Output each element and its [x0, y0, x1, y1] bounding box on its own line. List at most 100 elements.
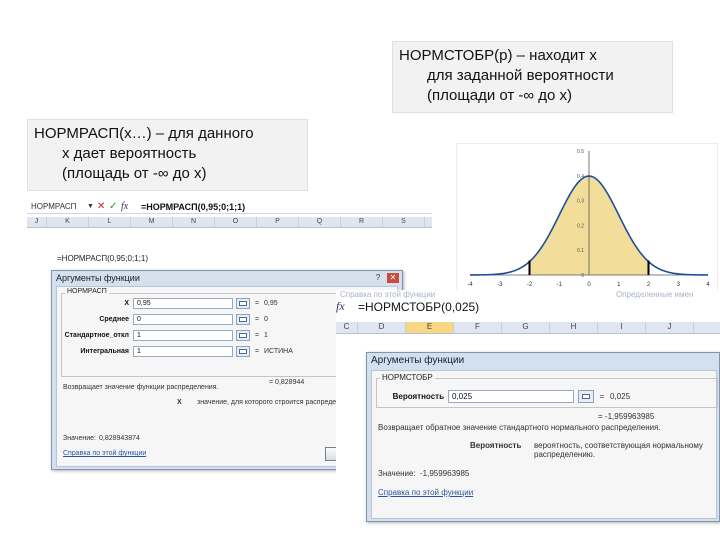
column-header[interactable]: D — [358, 322, 406, 333]
argument-input[interactable]: 1 — [133, 329, 233, 341]
equals-sign: = — [254, 347, 260, 355]
name-box[interactable]: НОРМРАСП — [27, 202, 87, 211]
column-headers: CDEFGHIJ — [336, 322, 720, 334]
probability-input[interactable]: 0,025 — [448, 389, 574, 403]
column-header[interactable]: S — [383, 217, 425, 227]
formula-input[interactable]: =НОРМРАСП(0,95;0;1;1) — [137, 202, 245, 212]
note-line: НОРМРАСП(x…) – для данного — [34, 125, 254, 142]
argument-input[interactable]: 0 — [133, 313, 233, 325]
equals-sign: = — [599, 391, 605, 401]
x-tick-label: -3 — [497, 282, 503, 288]
enter-icon[interactable]: ✓ — [109, 201, 121, 212]
excel-window-normsinv: Справка по этой функции Определенные име… — [336, 290, 720, 540]
formula-bar: fx =НОРМСТОБР(0,025) — [336, 298, 720, 315]
column-header[interactable]: N — [173, 217, 215, 227]
argument-help: вероятность, соответствующая нормальному… — [534, 441, 703, 459]
namebox-dropdown-icon[interactable]: ▼ — [87, 203, 97, 210]
range-select-icon[interactable] — [578, 389, 594, 403]
note-line: (площади от -∞ до x) — [427, 87, 573, 104]
help-icon[interactable]: ? — [372, 273, 384, 283]
y-tick-label: 0.1 — [577, 248, 584, 254]
argument-label: Среднее — [99, 315, 129, 323]
dialog-title: Аргументы функции — [371, 355, 465, 366]
total-result: = -1,959963985 — [598, 412, 655, 421]
column-header[interactable]: R — [341, 217, 383, 227]
argument-row: Стандартное_откл 1 = 1 — [63, 329, 268, 341]
column-header[interactable]: J — [646, 322, 694, 333]
function-icon[interactable]: fx — [121, 201, 137, 212]
function-arguments-dialog: Аргументы функции НОРМСТОБР Вероятность … — [366, 352, 720, 522]
group-label: НОРМРАСП — [65, 288, 109, 295]
cancel-icon[interactable]: ✕ — [97, 201, 109, 212]
value-label: Значение: — [378, 469, 416, 478]
argument-row: Среднее 0 = 0 — [63, 313, 268, 325]
note-line: x дает вероятность — [62, 145, 197, 162]
value-label: Значение: — [63, 435, 96, 442]
function-description: Возвращает значение функции распределени… — [63, 384, 219, 391]
argument-label: Стандартное_откл — [64, 331, 129, 339]
dialog-title: Аргументы функции — [56, 273, 140, 283]
column-header[interactable]: J — [27, 217, 47, 227]
dialog-body: НОРМСТОБР Вероятность 0,025 = 0,025 = -1… — [371, 370, 718, 519]
argument-result: 0,025 — [610, 391, 631, 401]
help-link[interactable]: Справка по этой функции — [63, 450, 146, 457]
y-tick-label: 0.3 — [577, 199, 584, 205]
note-line: (площадь от -∞ до x) — [62, 165, 207, 182]
argument-label: Вероятность — [392, 391, 444, 401]
argument-result: 0 — [264, 315, 268, 323]
column-header[interactable]: F — [454, 322, 502, 333]
value-result: 0,828943874 — [99, 435, 140, 442]
argument-input[interactable]: 1 — [133, 345, 233, 357]
function-description: Возвращает обратное значение стандартног… — [378, 423, 661, 432]
formula-bar: НОРМРАСП ▼ ✕ ✓ fx =НОРМРАСП(0,95;0;1;1) — [27, 200, 432, 214]
cell-formula-text: =НОРМРАСП(0,95;0;1;1) — [57, 254, 148, 263]
normal-distribution-chart: -4 -3 -2 -1 0 1 2 3 400.10.20.30.40.5 — [456, 143, 718, 295]
argument-help-name: X — [177, 399, 182, 406]
column-header[interactable]: E — [406, 322, 454, 333]
argument-result: ИСТИНА — [264, 347, 293, 355]
help-link[interactable]: Справка по этой функции — [378, 488, 473, 497]
note-normdist: НОРМРАСП(x…) – для данного x дает вероят… — [27, 119, 308, 191]
formula-input[interactable]: =НОРМСТОБР(0,025) — [354, 300, 479, 314]
column-header[interactable]: Q — [299, 217, 341, 227]
column-header[interactable]: I — [598, 322, 646, 333]
equals-sign: = — [254, 299, 260, 307]
y-tick-label: 0.5 — [577, 149, 584, 155]
range-select-icon[interactable] — [236, 313, 250, 325]
argument-help-name: Вероятность — [470, 441, 522, 450]
argument-help: значение, для которого строится распреде… — [197, 399, 358, 406]
range-select-icon[interactable] — [236, 297, 250, 309]
column-header[interactable]: H — [550, 322, 598, 333]
x-tick-label: -4 — [467, 282, 473, 288]
column-header[interactable]: P — [257, 217, 299, 227]
column-headers: JKLMNOPQRS — [27, 217, 432, 228]
x-tick-label: -2 — [527, 282, 533, 288]
column-header[interactable]: C — [336, 322, 358, 333]
extra-result: = 0,828944 — [269, 379, 305, 386]
argument-row: Вероятность 0,025 = 0,025 — [378, 389, 630, 403]
function-icon[interactable]: fx — [336, 299, 354, 314]
column-header[interactable]: O — [215, 217, 257, 227]
range-select-icon[interactable] — [236, 329, 250, 341]
argument-label: Интегральная — [80, 347, 129, 355]
argument-result: 1 — [264, 331, 268, 339]
argument-input[interactable]: 0,95 — [133, 297, 233, 309]
y-tick-label: 0 — [581, 273, 584, 279]
column-header[interactable]: M — [131, 217, 173, 227]
note-normsinv: НОРМСТОБР(р) – находит x для заданной ве… — [392, 41, 673, 113]
y-tick-label: 0.4 — [577, 174, 584, 180]
range-select-icon[interactable] — [236, 345, 250, 357]
argument-row: X 0,95 = 0,95 — [63, 297, 278, 309]
y-tick-label: 0.2 — [577, 223, 584, 229]
argument-row: Интегральная 1 = ИСТИНА — [63, 345, 293, 357]
argument-label: X — [124, 299, 129, 307]
column-header[interactable]: K — [47, 217, 89, 227]
column-header[interactable]: G — [502, 322, 550, 333]
column-header[interactable]: L — [89, 217, 131, 227]
value-result: -1,959963985 — [420, 469, 470, 478]
equals-sign: = — [254, 331, 260, 339]
argument-result: 0,95 — [264, 299, 278, 307]
x-tick-label: -1 — [557, 282, 563, 288]
group-label: НОРМСТОБР — [380, 373, 435, 382]
close-icon[interactable]: ✕ — [387, 273, 399, 283]
